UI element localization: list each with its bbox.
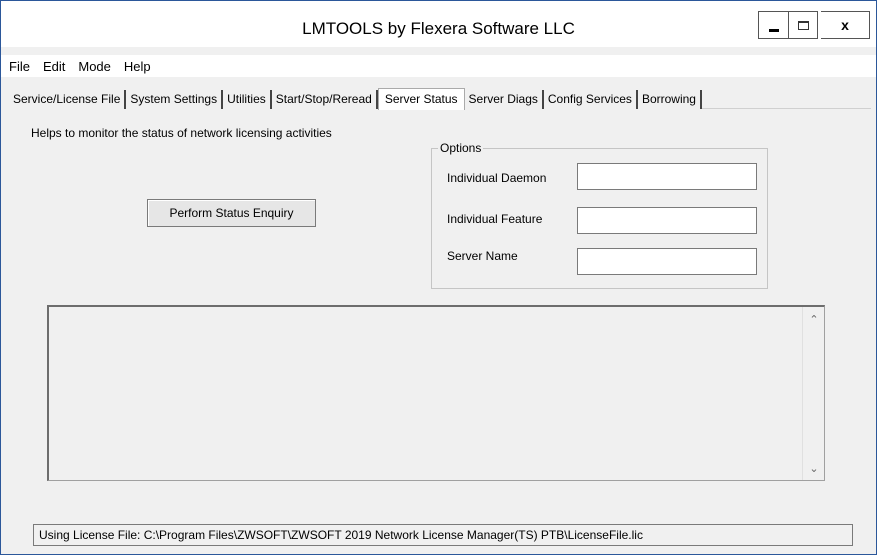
window-title: LMTOOLS by Flexera Software LLC (302, 19, 575, 38)
individual-feature-input[interactable] (577, 207, 757, 234)
status-output-area[interactable]: ⌃ ⌄ (47, 305, 825, 481)
tab-strip: Service/License File System Settings Uti… (9, 87, 702, 110)
menu-mode[interactable]: Mode (70, 59, 116, 74)
maximize-icon (797, 20, 809, 30)
minimize-icon (768, 28, 779, 32)
scroll-up-icon[interactable]: ⌃ (803, 309, 825, 329)
lmtools-window: LMTOOLS by Flexera Software LLC x File E… (0, 0, 877, 555)
menu-help[interactable]: Help (116, 59, 156, 74)
status-bar: Using License File: C:\Program Files\ZWS… (33, 524, 853, 546)
scroll-down-icon[interactable]: ⌄ (803, 458, 825, 478)
tab-config-services[interactable]: Config Services (543, 90, 638, 109)
server-name-label: Server Name (447, 249, 518, 263)
individual-feature-label: Individual Feature (447, 212, 543, 226)
tab-start-stop-reread[interactable]: Start/Stop/Reread (271, 90, 378, 109)
tab-system-settings[interactable]: System Settings (126, 90, 224, 109)
individual-daemon-label: Individual Daemon (447, 171, 547, 185)
individual-daemon-input[interactable] (577, 163, 757, 190)
minimize-button[interactable] (758, 11, 788, 39)
close-icon: x (841, 17, 849, 33)
tab-borrowing[interactable]: Borrowing (637, 90, 702, 109)
tab-utilities[interactable]: Utilities (223, 90, 272, 109)
perform-status-enquiry-button[interactable]: Perform Status Enquiry (147, 199, 316, 227)
tab-server-diags[interactable]: Server Diags (464, 90, 544, 109)
close-button[interactable]: x (821, 11, 870, 39)
tab-service-license-file[interactable]: Service/License File (9, 90, 127, 109)
tab-server-status[interactable]: Server Status (377, 88, 465, 110)
menu-edit[interactable]: Edit (35, 59, 70, 74)
menu-bar: File Edit Mode Help (1, 55, 876, 77)
options-legend: Options (438, 141, 484, 155)
title-bar: LMTOOLS by Flexera Software LLC x (1, 1, 876, 47)
server-name-input[interactable] (577, 248, 757, 275)
maximize-button[interactable] (788, 11, 818, 39)
helper-text: Helps to monitor the status of network l… (31, 126, 332, 140)
menu-file[interactable]: File (1, 59, 35, 74)
output-scrollbar[interactable]: ⌃ ⌄ (802, 307, 824, 480)
